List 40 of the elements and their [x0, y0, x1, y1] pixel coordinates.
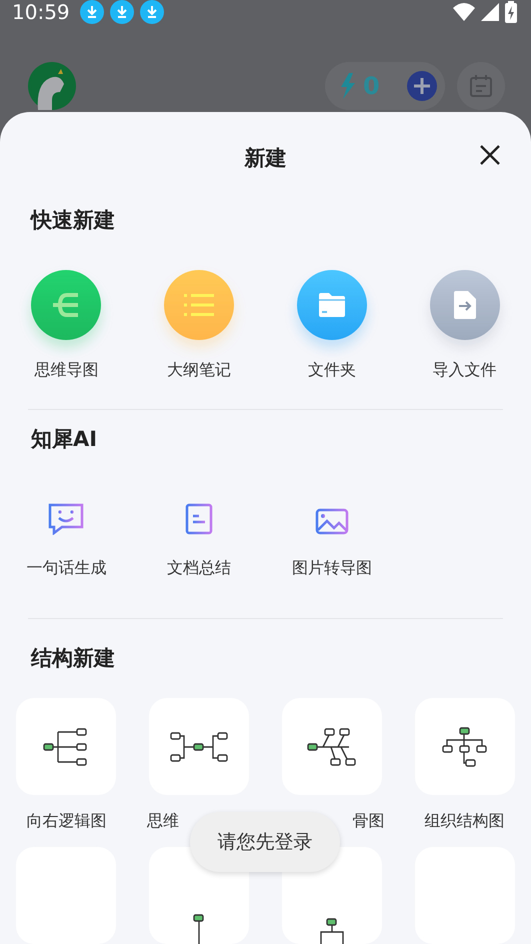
section-title: 知犀AI: [30, 426, 98, 453]
lightning-icon: [339, 73, 357, 99]
points-count: 0: [363, 72, 381, 100]
quick-create-item[interactable]: 导入文件: [398, 270, 531, 381]
wifi-icon: [453, 3, 475, 21]
download-icon: [80, 0, 104, 24]
plus-icon[interactable]: [407, 71, 437, 101]
template-label: 组织结构图: [424, 811, 505, 832]
logic-chart-icon: [43, 726, 90, 768]
download-icon: [110, 0, 134, 24]
template-card[interactable]: [414, 698, 515, 795]
mind-map-icon: [170, 730, 228, 762]
org-chart-icon: [442, 726, 488, 766]
list-icon: [184, 293, 214, 317]
login-toast: 请您先登录: [190, 812, 340, 872]
fishbone-chart-icon: [306, 728, 357, 766]
import-file-icon: [452, 290, 478, 320]
template-label: 向右逻辑图: [26, 811, 106, 832]
quick-create-item[interactable]: 大纲笔记: [132, 270, 266, 381]
avatar-icon[interactable]: [28, 62, 76, 110]
document-icon: [185, 503, 214, 535]
ai-tool-item[interactable]: 图片转导图: [266, 500, 398, 579]
quick-create-item[interactable]: 思维导图: [0, 270, 133, 381]
template-card[interactable]: [282, 698, 382, 795]
sheet-title: 新建: [244, 145, 286, 172]
signal-icon: [481, 3, 499, 21]
calendar-icon: [470, 75, 492, 97]
section-title: 结构新建: [30, 645, 116, 672]
ai-tool-item[interactable]: 文档总结: [132, 500, 266, 579]
quick-create-item[interactable]: 文件夹: [266, 270, 398, 381]
folder-icon: [316, 292, 347, 318]
template-card[interactable]: [149, 698, 250, 795]
section-title: 快速新建: [29, 207, 116, 234]
template-label: 骨图: [352, 811, 384, 832]
ai-tool-item[interactable]: 一句话生成: [0, 500, 133, 579]
download-icon: [140, 0, 164, 24]
chat-smile-icon: [48, 503, 84, 535]
template-card[interactable]: [16, 698, 116, 795]
template-label: 思维: [146, 811, 179, 832]
status-time: 10:59: [12, 0, 70, 24]
